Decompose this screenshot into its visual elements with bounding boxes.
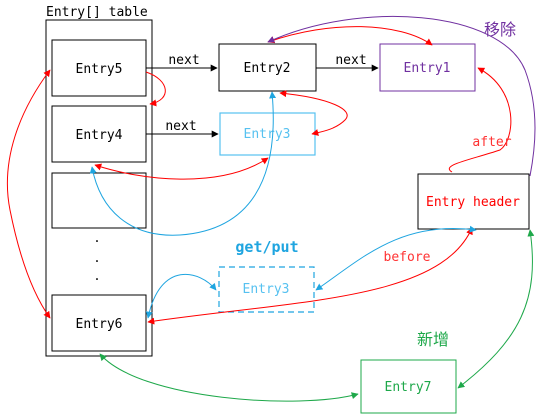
arrow-green-entry7-header [457, 229, 535, 389]
diagram-canvas: Entry[] table Entry5 Entry4 . . . Entry6… [6, 5, 536, 414]
node-entry7-label: Entry7 [385, 380, 432, 395]
arrow-red-entry2-entry1 [267, 26, 433, 46]
table-slot-entry4-label: Entry4 [76, 128, 123, 143]
table-ellipsis-dot-2: . [93, 251, 100, 265]
label-get-put: get/put [235, 238, 298, 256]
label-before: before [384, 250, 431, 265]
table-ellipsis-dot-3: . [93, 269, 100, 283]
label-next-1: next [168, 53, 199, 68]
table-title: Entry[] table [46, 5, 148, 20]
node-entry-header-label: Entry header [426, 195, 520, 210]
table-slot-empty [51, 172, 147, 229]
label-after: after [472, 135, 511, 150]
node-entry3-top-label: Entry3 [244, 127, 291, 142]
arrow-green-entry6-entry7 [99, 353, 359, 402]
label-add: 新增 [417, 330, 449, 349]
arrow-blue-entry6-entry3 [145, 273, 217, 319]
node-entry2-label: Entry2 [244, 61, 291, 76]
label-next-3: next [165, 119, 196, 134]
label-remove: 移除 [484, 20, 516, 39]
label-next-2: next [335, 53, 366, 68]
table-slot-entry5-label: Entry5 [76, 62, 123, 77]
arrow-red-entry5-entry6 [6, 69, 51, 319]
node-entry1-label: Entry1 [404, 61, 451, 76]
diagram-stage: Entry[] table Entry5 Entry4 . . . Entry6… [0, 0, 541, 418]
node-entry3-moved-label: Entry3 [243, 282, 290, 297]
table-slot-entry6-label: Entry6 [76, 317, 123, 332]
arrow-red-entry5-entry4 [145, 71, 166, 107]
table-ellipsis-dot-1: . [93, 231, 100, 245]
